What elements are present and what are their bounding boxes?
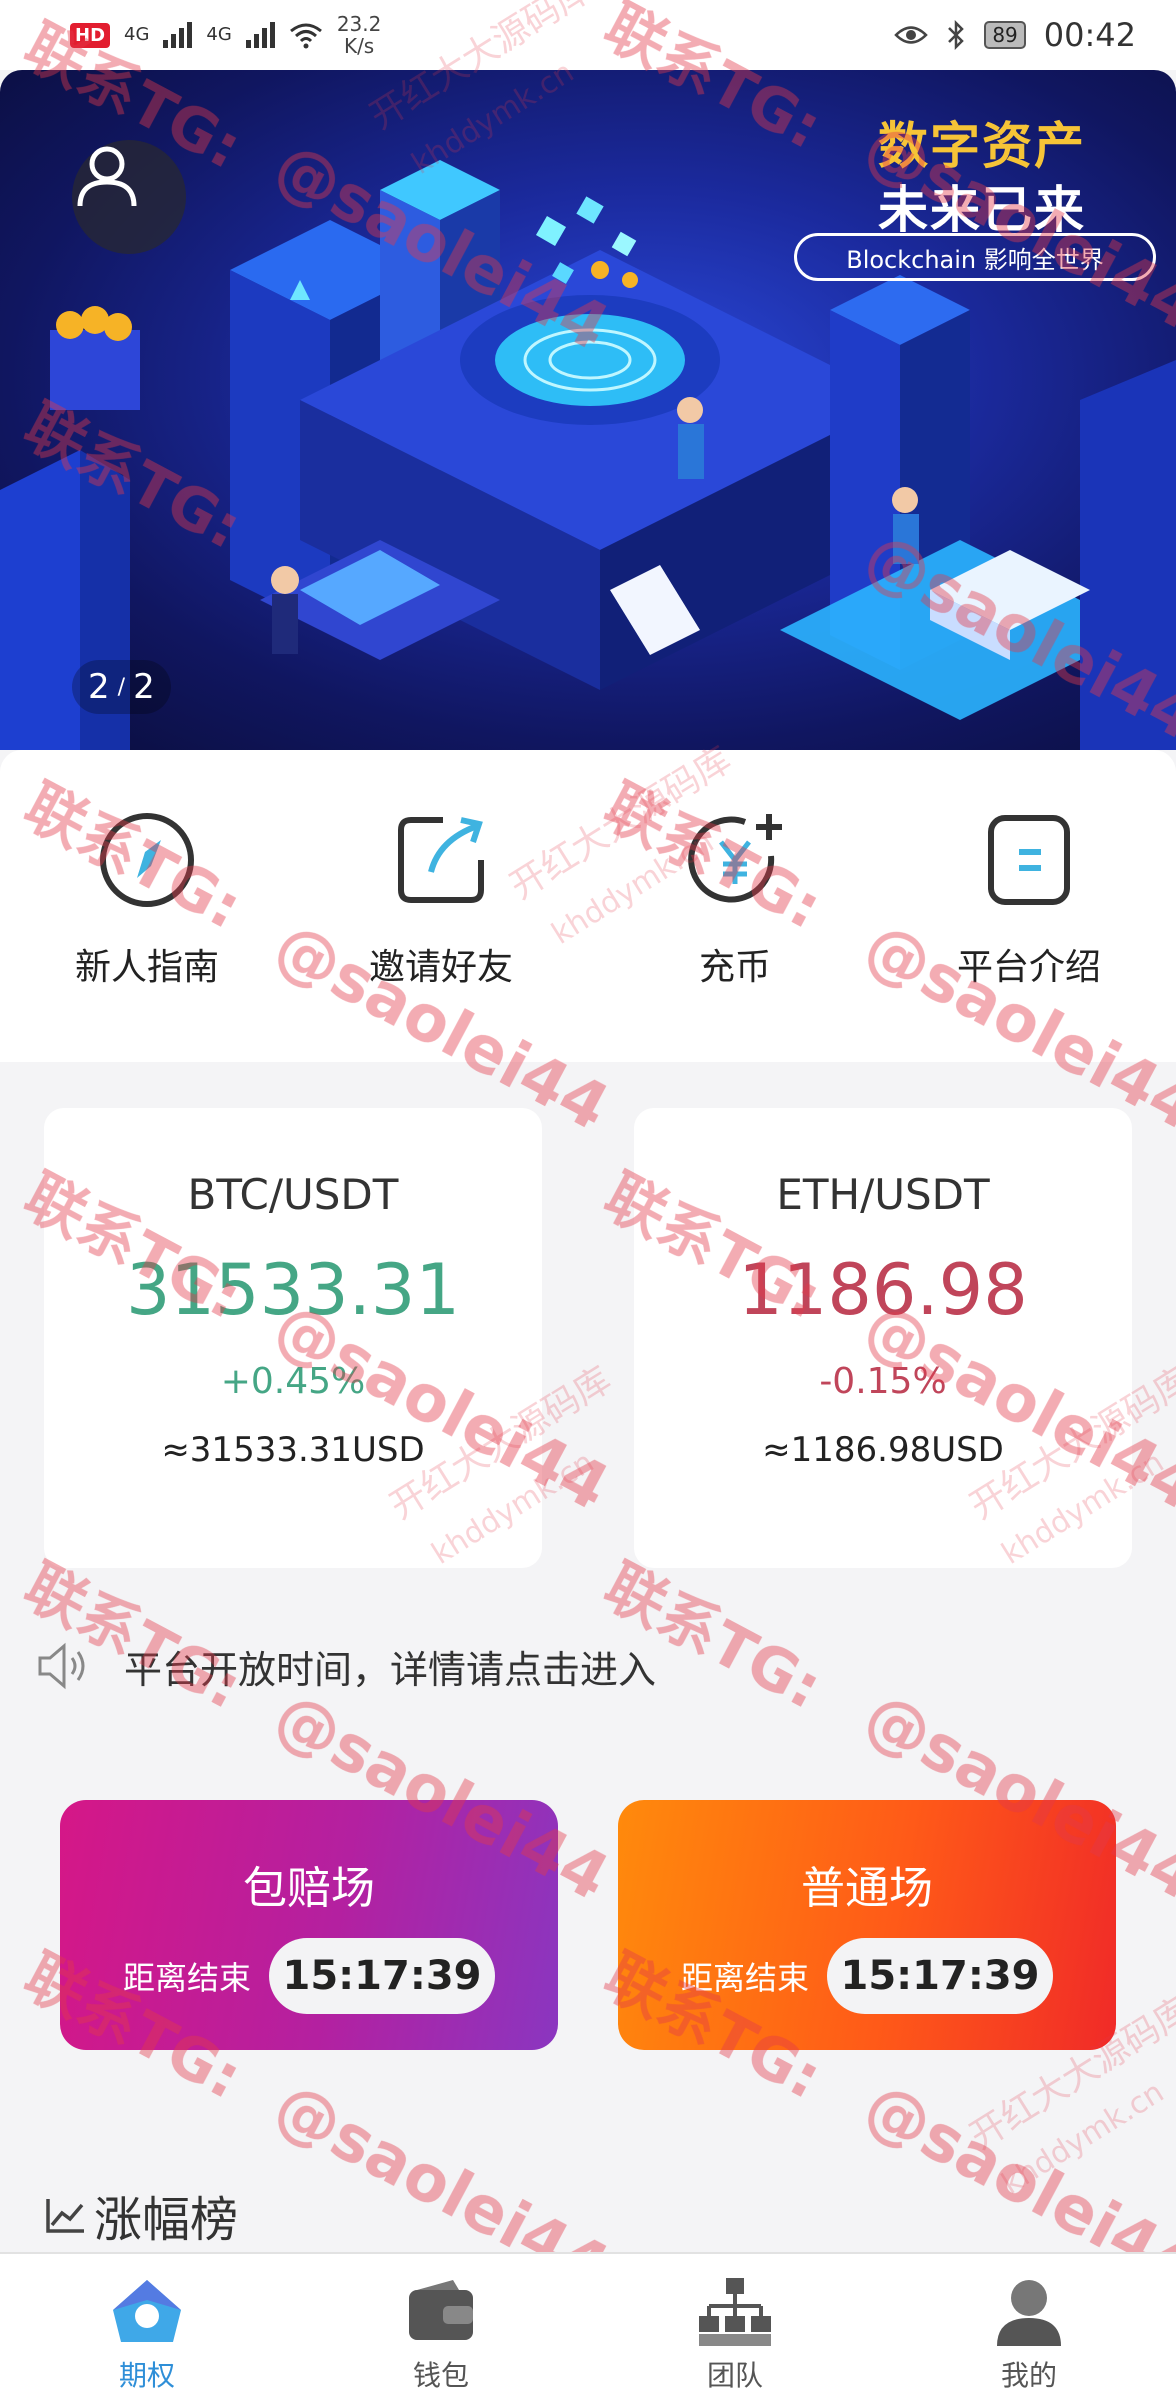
countdown-timer: 15:17:39 bbox=[269, 1938, 495, 2014]
quick-item-guide[interactable]: 新人指南 bbox=[0, 750, 294, 1062]
ticker-card-btc[interactable]: BTC/USDT 31533.31 +0.45% ≈31533.31USD bbox=[44, 1108, 542, 1568]
speaker-icon bbox=[38, 1642, 85, 1690]
quick-item-label: 充币 bbox=[698, 947, 771, 988]
ranking-heading[interactable]: 涨幅榜 bbox=[44, 2180, 238, 2250]
session-name: 包赔场 bbox=[243, 1863, 375, 1914]
banner-pager: 2 / 2 bbox=[72, 660, 171, 714]
speed-value: 23.2 bbox=[336, 12, 382, 36]
quick-menu: 新人指南 邀请好友 充币 平台介绍 bbox=[0, 750, 1176, 1062]
notice-bar[interactable]: 平台开放时间，详情请点击进入 bbox=[36, 1636, 656, 1696]
network-type-2: 4G bbox=[206, 24, 232, 45]
status-bar: HD 4G 4G 23.2 K/s 89 00:42 bbox=[0, 0, 1176, 70]
ticker-change: -0.15% bbox=[819, 1361, 947, 1402]
clock: 00:42 bbox=[1043, 16, 1136, 54]
session-card-normal[interactable]: 普通场 距离结束 15:17:39 bbox=[618, 1800, 1116, 2050]
signal-icon bbox=[163, 22, 193, 48]
countdown-timer: 15:17:39 bbox=[827, 1938, 1053, 2014]
profile-icon bbox=[997, 2280, 1061, 2346]
pager-separator: / bbox=[117, 674, 126, 700]
wallet-icon bbox=[409, 2280, 473, 2340]
network-speed: 23.2 K/s bbox=[337, 13, 382, 57]
tab-options[interactable]: 期权 bbox=[0, 2254, 294, 2400]
quick-item-label: 平台介绍 bbox=[956, 947, 1101, 988]
ticker-pair: ETH/USDT bbox=[776, 1170, 990, 1219]
ticker-change: +0.45% bbox=[220, 1361, 366, 1402]
home-icon bbox=[113, 2280, 181, 2342]
tab-label: 我的 bbox=[1000, 2359, 1057, 2392]
quick-item-label: 新人指南 bbox=[74, 947, 219, 988]
quick-item-label: 邀请好友 bbox=[368, 947, 513, 988]
ticker-usd-value: ≈31533.31USD bbox=[161, 1430, 425, 1470]
battery-indicator: 89 bbox=[984, 21, 1026, 49]
ticker-price: 1186.98 bbox=[738, 1249, 1028, 1331]
ticker-pair: BTC/USDT bbox=[187, 1170, 399, 1219]
banner-title-line1: 数字资产 bbox=[878, 117, 1086, 175]
compass-icon bbox=[100, 813, 194, 907]
eye-icon bbox=[894, 26, 929, 44]
tab-label: 团队 bbox=[706, 2359, 763, 2392]
countdown-label: 距离结束 bbox=[680, 1959, 809, 1997]
pager-current: 2 bbox=[88, 667, 110, 707]
user-icon bbox=[77, 146, 137, 207]
signal-icon-2 bbox=[245, 22, 275, 48]
notice-text: 平台开放时间，详情请点击进入 bbox=[124, 1647, 657, 1692]
ticker-price: 31533.31 bbox=[125, 1249, 460, 1331]
document-icon bbox=[988, 815, 1070, 905]
quick-item-about[interactable]: 平台介绍 bbox=[882, 750, 1176, 1062]
wifi-icon bbox=[289, 23, 322, 49]
speed-unit: K/s bbox=[343, 34, 375, 58]
countdown-label: 距离结束 bbox=[122, 1959, 251, 1997]
tab-team[interactable]: 团队 bbox=[588, 2254, 882, 2400]
session-name: 普通场 bbox=[801, 1863, 933, 1914]
network-type-1: 4G bbox=[124, 24, 150, 45]
bottom-tab-bar: 期权 钱包 团队 我的 bbox=[0, 2252, 1176, 2400]
tab-profile[interactable]: 我的 bbox=[882, 2254, 1176, 2400]
ticker-usd-value: ≈1186.98USD bbox=[762, 1430, 1004, 1470]
hd-badge: HD bbox=[70, 22, 111, 48]
pager-total: 2 bbox=[133, 667, 155, 707]
banner-tagline: Blockchain 影响全世界 bbox=[794, 233, 1156, 281]
tab-label: 期权 bbox=[118, 2359, 175, 2392]
session-card-guaranteed[interactable]: 包赔场 距离结束 15:17:39 bbox=[60, 1800, 558, 2050]
avatar[interactable] bbox=[72, 140, 186, 254]
team-hierarchy-icon bbox=[699, 2278, 771, 2346]
watermark-text: khddymk.cn bbox=[996, 2075, 1170, 2202]
invite-share-icon bbox=[398, 817, 484, 903]
promo-banner[interactable]: 数字资产 未来已来 Blockchain 影响全世界 2 / 2 bbox=[0, 70, 1176, 750]
quick-item-recharge[interactable]: 充币 bbox=[588, 750, 882, 1062]
ticker-card-eth[interactable]: ETH/USDT 1186.98 -0.15% ≈1186.98USD bbox=[634, 1108, 1132, 1568]
ranking-title: 涨幅榜 bbox=[94, 2192, 239, 2248]
recharge-yen-icon bbox=[688, 814, 782, 903]
quick-item-invite[interactable]: 邀请好友 bbox=[294, 750, 588, 1062]
tab-label: 钱包 bbox=[412, 2359, 469, 2392]
trend-chart-icon bbox=[46, 2199, 84, 2233]
tab-wallet[interactable]: 钱包 bbox=[294, 2254, 588, 2400]
bluetooth-icon bbox=[948, 20, 965, 50]
banner-title-line2: 未来已来 bbox=[878, 181, 1086, 239]
